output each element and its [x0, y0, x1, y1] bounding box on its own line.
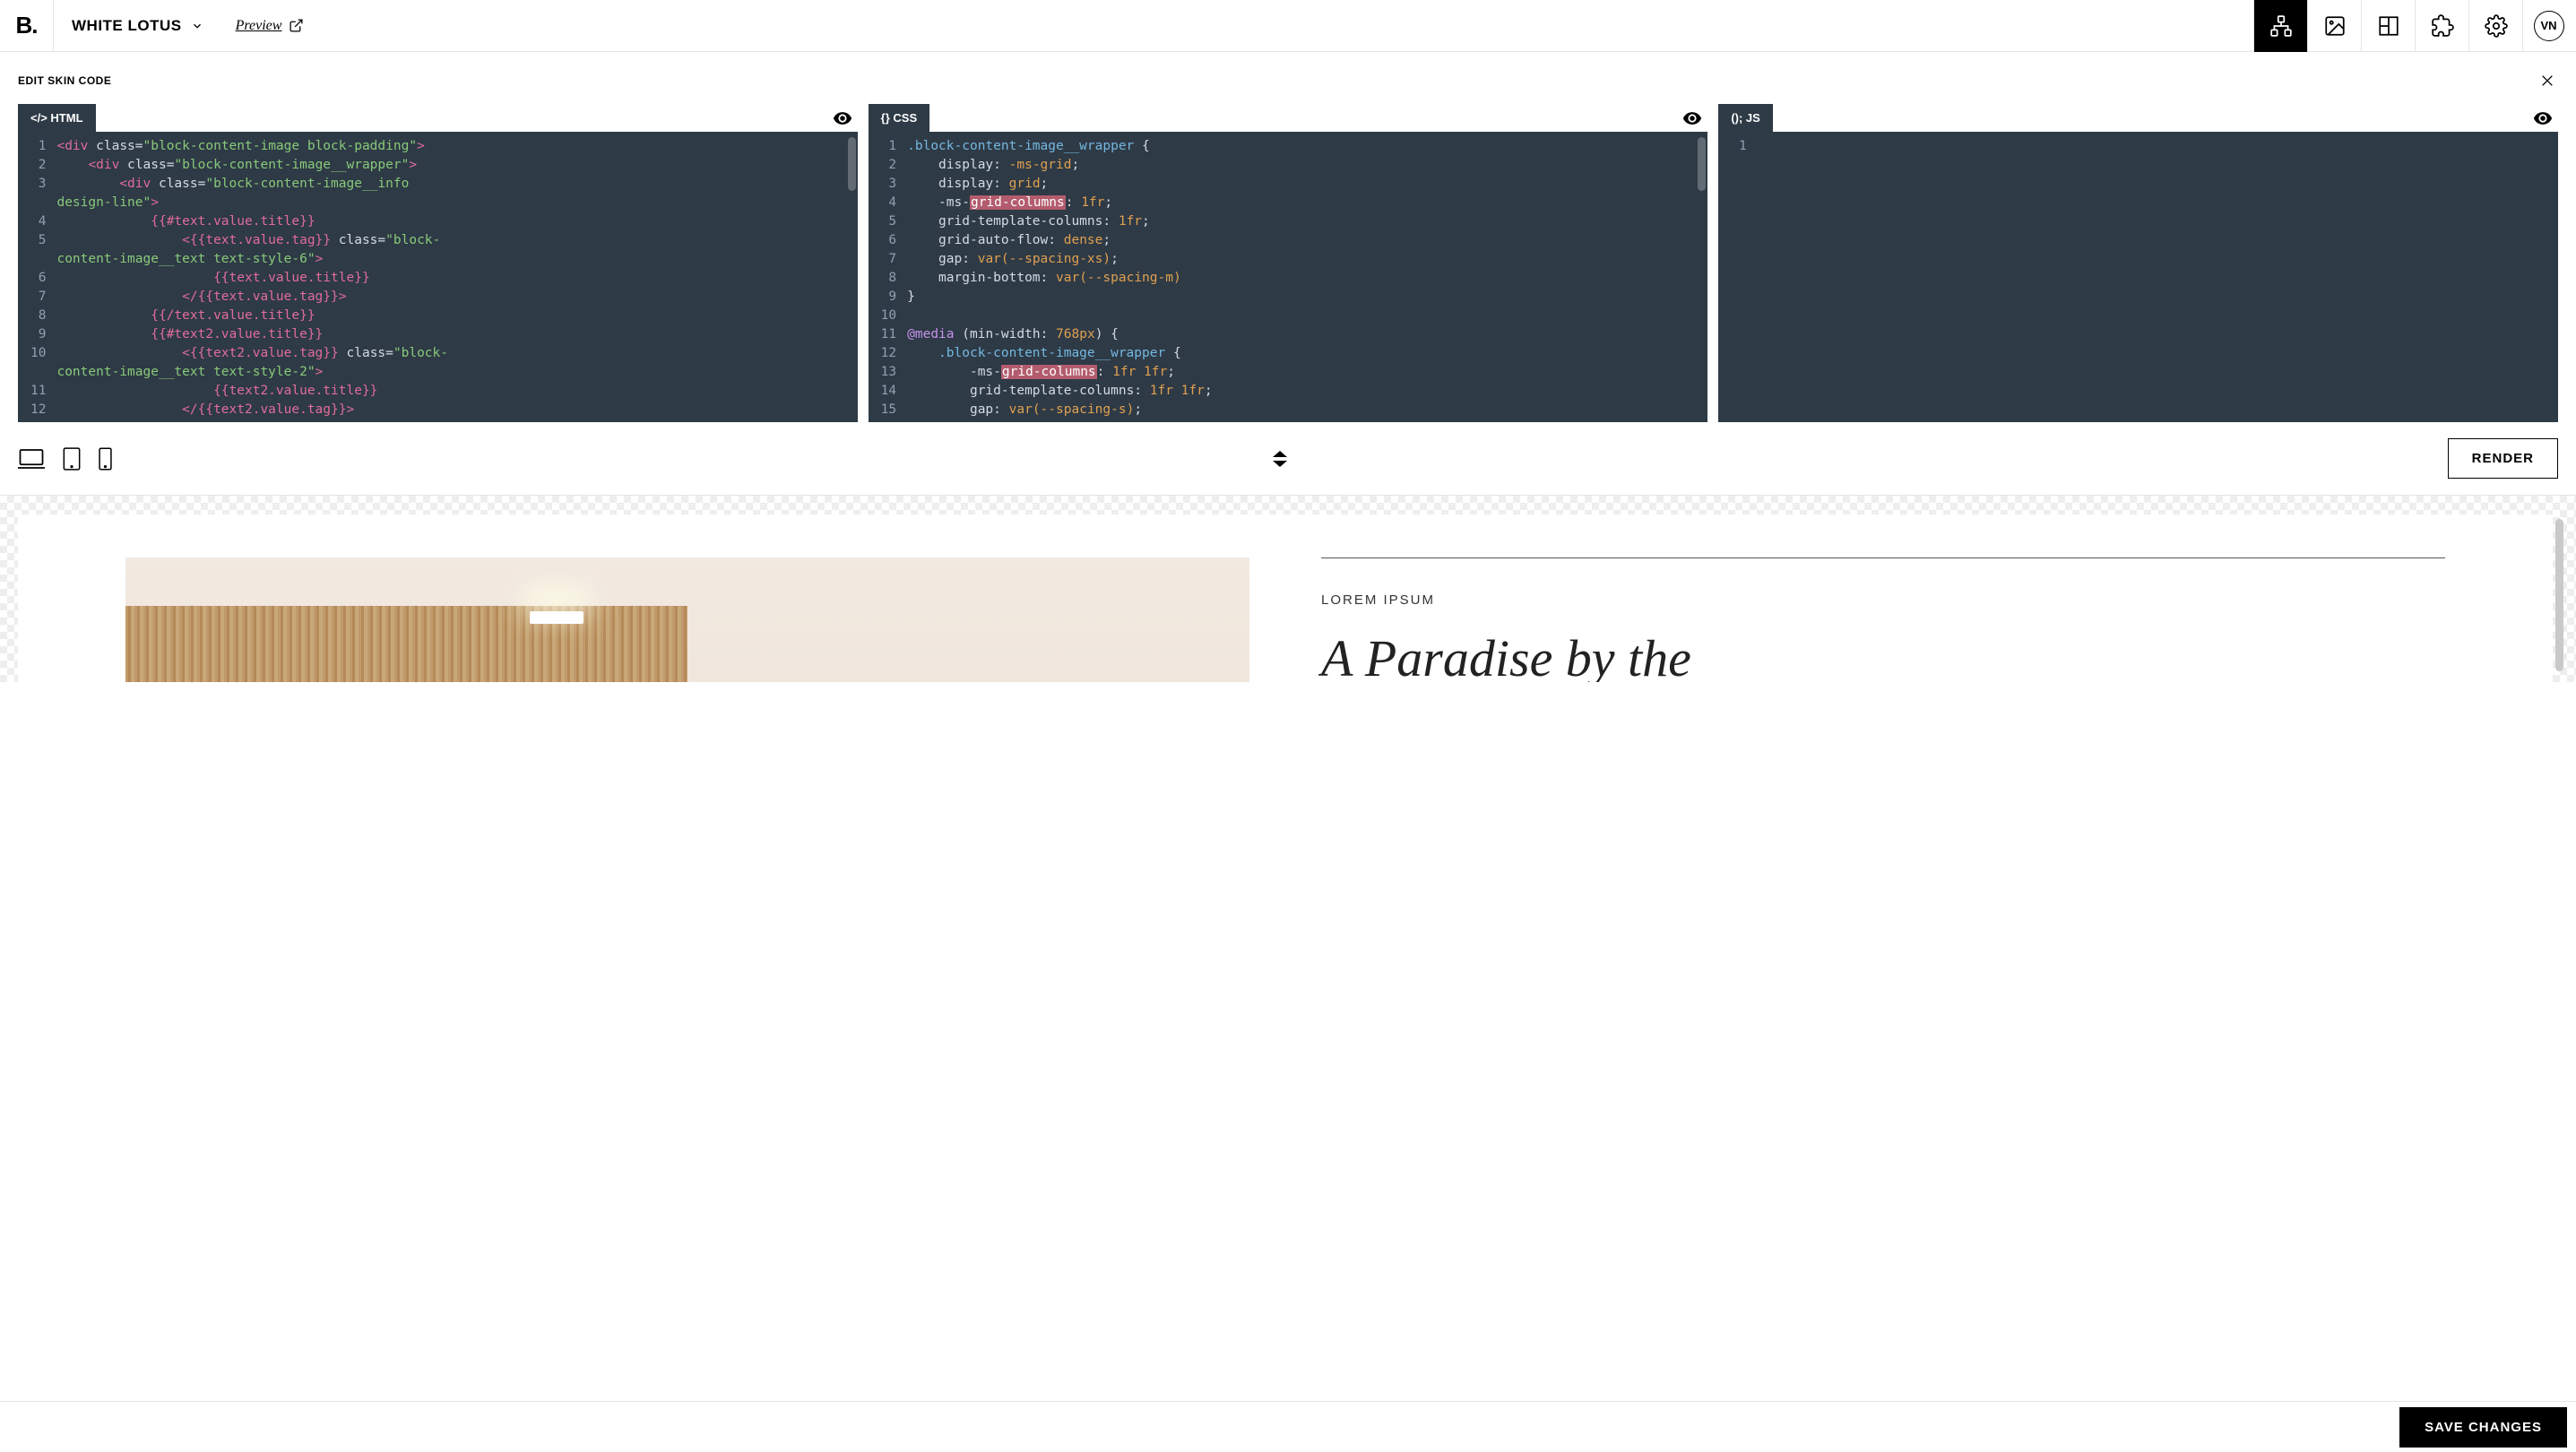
html-code-area[interactable]: 1 2 3 4 5 6 7 8 9 10 11 12 13 14 15 16 1… — [18, 132, 858, 422]
css-scrollbar[interactable] — [1698, 137, 1706, 191]
nav-settings-icon[interactable] — [2468, 0, 2522, 52]
preview-image — [125, 557, 1249, 682]
bottom-bar: SAVE CHANGES — [0, 1401, 2576, 1452]
html-scrollbar[interactable] — [848, 137, 856, 191]
device-tablet-icon[interactable] — [63, 447, 81, 471]
nav-image-icon[interactable] — [2307, 0, 2361, 52]
nav-panels-icon[interactable] — [2361, 0, 2415, 52]
js-visibility-toggle[interactable] — [2528, 108, 2558, 128]
js-code-area[interactable]: 1 — [1718, 132, 2558, 422]
js-gutter: 1 — [1718, 132, 1753, 422]
html-visibility-toggle[interactable] — [827, 108, 858, 128]
close-icon[interactable] — [2537, 70, 2558, 91]
html-code-body[interactable]: <div class="block-content-image block-pa… — [53, 132, 857, 422]
preview-link[interactable]: Preview — [236, 18, 305, 34]
preview-headline: A Paradise by the — [1321, 633, 2445, 682]
device-mobile-icon[interactable] — [99, 447, 112, 471]
site-name-label: WHITE LOTUS — [72, 17, 182, 35]
avatar-wrap: VN — [2522, 0, 2576, 52]
preview-canvas[interactable]: LOREM IPSUM A Paradise by the — [18, 514, 2553, 682]
top-bar: B. WHITE LOTUS Preview VN — [0, 0, 2576, 52]
nav-extension-icon[interactable] — [2415, 0, 2468, 52]
resize-handle-icon[interactable] — [1266, 451, 1294, 467]
html-editor: </> HTML 1 2 3 4 5 6 7 8 9 10 11 12 13 1… — [18, 104, 858, 422]
js-code-body[interactable] — [1754, 132, 2558, 422]
user-avatar[interactable]: VN — [2534, 11, 2564, 41]
css-editor: {} CSS 1 2 3 4 5 6 7 8 9 10 11 12 13 14 … — [869, 104, 1708, 422]
css-tab[interactable]: {} CSS — [869, 104, 929, 132]
code-editors: </> HTML 1 2 3 4 5 6 7 8 9 10 11 12 13 1… — [0, 104, 2576, 422]
chevron-down-icon — [191, 20, 203, 32]
site-selector[interactable]: WHITE LOTUS — [54, 17, 216, 35]
save-changes-button[interactable]: SAVE CHANGES — [2399, 1407, 2567, 1448]
preview-area: LOREM IPSUM A Paradise by the — [0, 495, 2576, 682]
preview-eyebrow: LOREM IPSUM — [1321, 592, 2445, 608]
html-gutter: 1 2 3 4 5 6 7 8 9 10 11 12 13 14 15 16 1… — [18, 132, 53, 422]
css-gutter: 1 2 3 4 5 6 7 8 9 10 11 12 13 14 15 16 1… — [869, 132, 903, 422]
external-link-icon — [289, 18, 304, 33]
logo[interactable]: B. — [0, 0, 54, 52]
js-tab[interactable]: (); JS — [1718, 104, 1773, 132]
preview-link-label: Preview — [236, 18, 282, 34]
preview-toolbar: RENDER — [0, 422, 2576, 495]
top-nav-icons: VN — [2253, 0, 2576, 52]
panel-header: EDIT SKIN CODE — [0, 52, 2576, 104]
render-button[interactable]: RENDER — [2448, 438, 2558, 479]
preview-scrollbar[interactable] — [2555, 519, 2563, 671]
preview-text-block: LOREM IPSUM A Paradise by the — [1321, 557, 2445, 682]
panel-title: EDIT SKIN CODE — [18, 74, 111, 87]
nav-layout-icon[interactable] — [2253, 0, 2307, 52]
divider-line — [1321, 557, 2445, 558]
css-visibility-toggle[interactable] — [1677, 108, 1707, 128]
css-code-area[interactable]: 1 2 3 4 5 6 7 8 9 10 11 12 13 14 15 16 1… — [869, 132, 1708, 422]
html-tab[interactable]: </> HTML — [18, 104, 96, 132]
device-desktop-icon[interactable] — [18, 447, 45, 471]
css-code-body[interactable]: .block-content-image__wrapper { display:… — [903, 132, 1707, 422]
js-editor: (); JS 1 — [1718, 104, 2558, 422]
